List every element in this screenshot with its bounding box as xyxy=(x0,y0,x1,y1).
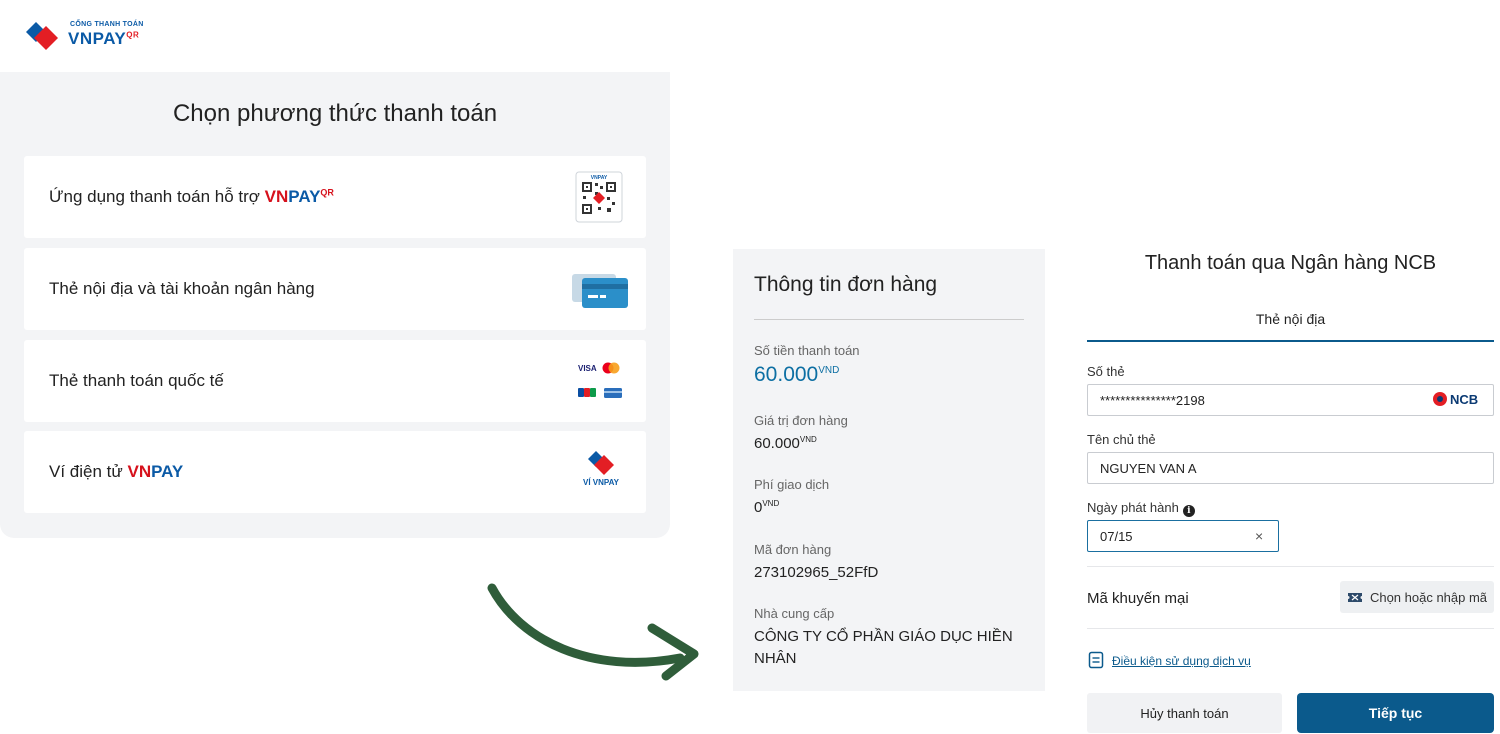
method-domestic-card[interactable]: Thẻ nội địa và tài khoản ngân hàng xyxy=(24,248,646,330)
tab-active-underline xyxy=(1087,340,1494,342)
tab-domestic-card[interactable]: Thẻ nội địa xyxy=(1087,311,1494,327)
wallet-caption: VÍ VNPAY xyxy=(583,478,620,487)
provider-value-line2: NHÂN xyxy=(754,650,797,667)
visa-logo-text: VISA xyxy=(578,364,597,373)
ncb-bank-logo: NCB xyxy=(1432,390,1492,415)
divider xyxy=(1087,566,1494,567)
cancel-payment-button[interactable]: Hủy thanh toán xyxy=(1087,693,1282,733)
terms-link[interactable]: Điều kiện sử dụng dịch vụ xyxy=(1112,654,1251,668)
fee-value: 0VND xyxy=(754,499,780,516)
promo-label: Mã khuyến mại xyxy=(1087,590,1189,607)
qr-code-icon: VNPAY xyxy=(575,171,623,223)
ticket-icon xyxy=(1347,592,1362,602)
order-code-value: 273102965_52FfD xyxy=(754,564,879,581)
method-vnpay-qr-label: Ứng dụng thanh toán hỗ trợ VNPAYQR xyxy=(49,187,334,206)
international-cards-icon: VISA xyxy=(578,362,622,398)
method-vnpay-wallet-label: Ví điện tử VNPAY xyxy=(49,462,184,481)
logo-small-text: CỔNG THANH TOÁN xyxy=(70,21,144,28)
order-info-panel: Thông tin đơn hàng Số tiền thanh toán 60… xyxy=(733,249,1045,691)
provider-value-line1: CÔNG TY CỔ PHẦN GIÁO DỤC HIỀN xyxy=(754,628,1013,645)
vi-vnpay-icon: VÍ VNPAY xyxy=(583,451,620,487)
method-international-card-label: Thẻ thanh toán quốc tế xyxy=(49,371,224,390)
fee-label: Phí giao dịch xyxy=(754,477,830,492)
promo-button-label: Chọn hoặc nhập mã xyxy=(1369,589,1488,605)
card-number-label: Số thẻ xyxy=(1087,364,1125,379)
divider xyxy=(1087,628,1494,629)
logo-brand: VNPAYQR xyxy=(68,29,140,48)
order-value: 60.000VND xyxy=(754,435,817,452)
amount-label: Số tiền thanh toán xyxy=(754,343,860,358)
info-icon[interactable]: i xyxy=(1182,505,1195,517)
issue-date-input[interactable]: 07/15 xyxy=(1087,520,1279,552)
clear-icon[interactable]: × xyxy=(1255,528,1263,544)
payment-title: Thanh toán qua Ngân hàng NCB xyxy=(1144,252,1437,274)
payment-method-panel: Chọn phương thức thanh toán Ứng dụng tha… xyxy=(0,72,670,538)
order-info-title: Thông tin đơn hàng xyxy=(754,273,938,296)
vnpay-diamond-icon xyxy=(26,22,58,50)
amount-value: 60.000VND xyxy=(754,363,840,386)
qr-caption: VNPAY xyxy=(591,175,608,181)
provider-label: Nhà cung cấp xyxy=(754,606,835,621)
method-international-card[interactable]: Thẻ thanh toán quốc tế VISA xyxy=(24,340,646,422)
order-value-label: Giá trị đơn hàng xyxy=(754,413,848,428)
method-vnpay-qr[interactable]: Ứng dụng thanh toán hỗ trợ VNPAYQR VNPAY xyxy=(24,156,646,238)
vnpay-logo: CỔNG THANH TOÁN VNPAYQR xyxy=(22,18,162,54)
card-holder-input[interactable]: NGUYEN VAN A xyxy=(1087,452,1494,484)
issue-date-label: Ngày phát hành i xyxy=(1087,500,1195,517)
divider xyxy=(754,319,1024,320)
order-code-label: Mã đơn hàng xyxy=(754,542,832,557)
continue-button[interactable]: Tiếp tục xyxy=(1297,693,1494,733)
holder-label: Tên chủ thẻ xyxy=(1087,432,1156,447)
bank-card-icon xyxy=(572,274,628,308)
ncb-logo-text: NCB xyxy=(1450,392,1478,407)
method-panel-title: Chọn phương thức thanh toán xyxy=(172,100,498,127)
method-vnpay-wallet[interactable]: Ví điện tử VNPAY VÍ VNPAY xyxy=(24,431,646,513)
promo-select-button[interactable]: Chọn hoặc nhập mã xyxy=(1340,581,1494,613)
flow-arrow-icon xyxy=(487,583,699,681)
method-domestic-card-label: Thẻ nội địa và tài khoản ngân hàng xyxy=(49,279,315,298)
document-icon xyxy=(1088,651,1104,669)
